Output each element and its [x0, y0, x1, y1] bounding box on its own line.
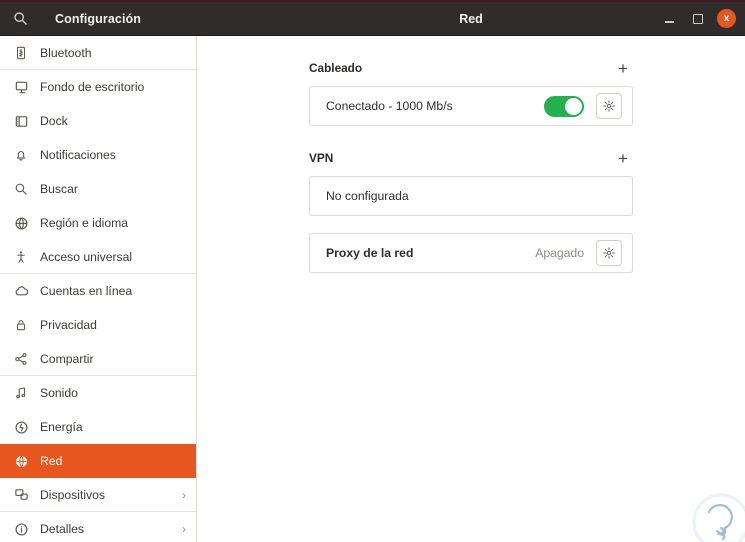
sidebar-item-label: Sonido [40, 386, 78, 400]
add-vpn-button[interactable]: + [613, 148, 633, 168]
proxy-spacer [309, 216, 633, 233]
wired-toggle-knob [565, 97, 582, 115]
vpn-status-label: No configurada [326, 189, 409, 203]
sidebar-item-detalles[interactable]: Detalles › [0, 512, 196, 542]
proxy-card: Proxy de la red Apagado [309, 233, 633, 273]
sidebar-item-dispositivos[interactable]: Dispositivos › [0, 478, 196, 512]
sidebar-item-dock[interactable]: Dock [0, 104, 196, 138]
sidebar-item-energ-a[interactable]: Energía [0, 410, 196, 444]
network-globe-icon [10, 454, 32, 469]
proxy-status: Apagado [535, 246, 584, 260]
desktop-icon [10, 80, 32, 95]
sidebar-item-compartir[interactable]: Compartir [0, 342, 196, 376]
minimize-button[interactable] [661, 10, 678, 27]
sidebar-item-label: Compartir [40, 351, 94, 366]
vpn-section-title: VPN [309, 151, 334, 165]
settings-window: Configuración Red x Bluetooth Fondo de es… [0, 0, 745, 542]
sidebar-item-label: Notificaciones [40, 148, 116, 162]
wired-settings-gear-icon[interactable] [596, 93, 622, 119]
sidebar-item-acceso-universal[interactable]: Acceso universal [0, 240, 196, 274]
chevron-right-icon: › [182, 522, 186, 536]
sidebar-item-label: Fondo de escritorio [40, 80, 145, 94]
sidebar-item-label: Dock [40, 114, 68, 128]
sidebar-item-label: Dispositivos [40, 487, 106, 502]
sidebar-item-label: Detalles [40, 522, 85, 536]
sidebar-item-label: Región e idioma [40, 216, 129, 230]
bell-icon [10, 148, 32, 162]
sidebar-item-label: Cuentas en línea [40, 284, 133, 298]
share-icon [10, 352, 32, 366]
music-note-icon [10, 386, 32, 400]
sidebar-item-regi-n-e-idioma[interactable]: Región e idioma [0, 206, 196, 240]
wired-card: Conectado - 1000 Mb/s [309, 86, 633, 126]
sidebar-item-label: Acceso universal [40, 249, 133, 264]
vpn-section-header: VPN + [309, 148, 633, 168]
vpn-card: No configurada [309, 176, 633, 216]
network-panel: Cableado + Conectado - 1000 Mb/s VPN + N… [197, 36, 745, 542]
wired-connection-row[interactable]: Conectado - 1000 Mb/s [310, 87, 632, 125]
watermark-logo-icon [685, 484, 745, 542]
sidebar-item-cuentas-en-l-nea[interactable]: Cuentas en línea [0, 274, 196, 308]
sidebar-item-label: Energía [40, 420, 83, 434]
sidebar-item-sonido[interactable]: Sonido [0, 376, 196, 410]
power-icon [10, 420, 32, 435]
search-icon [10, 182, 32, 196]
wired-connection-label: Conectado - 1000 Mb/s [326, 99, 453, 113]
chevron-right-icon: › [182, 487, 186, 502]
globe-icon [10, 216, 32, 231]
sidebar-item-fondo-de-escritorio[interactable]: Fondo de escritorio [0, 70, 196, 104]
info-icon [10, 522, 32, 537]
window-content: Bluetooth Fondo de escritorio Dock Notifica… [0, 36, 745, 542]
wired-section-header: Cableado + [309, 58, 633, 78]
vpn-status-row: No configurada [310, 177, 632, 215]
sidebar-item-label: Red [40, 454, 63, 468]
sidebar-item-red[interactable]: Red [0, 444, 196, 478]
wired-section-title: Cableado [309, 61, 363, 75]
maximize-button[interactable] [689, 10, 706, 27]
dock-icon [10, 114, 32, 129]
add-wired-button[interactable]: + [613, 58, 633, 78]
sidebar-item-label: Privacidad [40, 318, 97, 332]
search-icon[interactable] [5, 4, 35, 34]
accessibility-icon [10, 250, 32, 264]
window-titlebar: Configuración Red x [0, 2, 745, 36]
window-controls: x [661, 9, 736, 28]
cloud-icon [10, 284, 32, 299]
settings-sidebar: Bluetooth Fondo de escritorio Dock Notifica… [0, 36, 197, 542]
app-title: Configuración [55, 11, 142, 26]
titlebar-left-section: Configuración [0, 2, 197, 35]
proxy-label: Proxy de la red [326, 246, 414, 260]
sidebar-item-label: Buscar [40, 182, 78, 196]
sidebar-item-bluetooth[interactable]: Bluetooth [0, 36, 196, 70]
wired-toggle[interactable] [544, 95, 584, 117]
network-panel-inner: Cableado + Conectado - 1000 Mb/s VPN + N… [197, 36, 745, 273]
bluetooth-icon [10, 46, 32, 60]
close-button[interactable]: x [717, 9, 736, 28]
sidebar-item-notificaciones[interactable]: Notificaciones [0, 138, 196, 172]
devices-icon [10, 487, 32, 502]
proxy-settings-gear-icon[interactable] [596, 240, 622, 266]
sidebar-item-privacidad[interactable]: Privacidad [0, 308, 196, 342]
titlebar-right-section: Red x [197, 2, 745, 35]
sidebar-item-buscar[interactable]: Buscar [0, 172, 196, 206]
proxy-row[interactable]: Proxy de la red Apagado [310, 234, 632, 272]
lock-icon [10, 318, 32, 332]
sidebar-item-label: Bluetooth [40, 45, 92, 60]
